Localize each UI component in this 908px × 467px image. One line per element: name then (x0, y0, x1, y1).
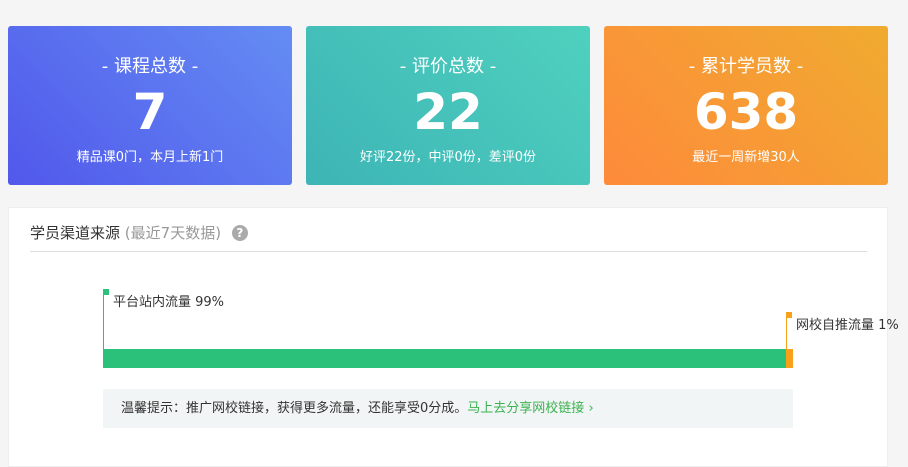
course-count-card: - 课程总数 - 7 精品课0门，本月上新1门 (8, 26, 292, 185)
channel-source-panel: 学员渠道来源 (最近7天数据) ? (8, 207, 888, 467)
card-value: 7 (132, 83, 168, 141)
card-value: 22 (413, 83, 483, 141)
source-marker-flag (103, 289, 109, 295)
panel-title: 学员渠道来源 (最近7天数据) ? (30, 222, 248, 243)
chevron-right-icon: › (588, 401, 594, 416)
card-subtext: 精品课0门，本月上新1门 (76, 150, 224, 165)
panel-title-text: 学员渠道来源 (30, 224, 121, 242)
review-count-card: - 评价总数 - 22 好评22份，中评0份，差评0份 (306, 26, 590, 185)
card-value: 638 (693, 83, 799, 141)
card-title: - 累计学员数 - (688, 56, 804, 77)
student-count-card: - 累计学员数 - 638 最近一周新增30人 (604, 26, 888, 185)
card-subtext: 好评22份，中评0份，差评0份 (359, 150, 537, 165)
source-marker-flag (786, 312, 792, 318)
source-label: 网校自推流量 1% (796, 318, 899, 333)
panel-subtitle: (最近7天数据) (124, 224, 222, 242)
source-marker-line (103, 289, 104, 349)
card-title: - 评价总数 - (399, 56, 497, 77)
tip-box: 温馨提示：推广网校链接，获得更多流量，还能享受0分成。马上去分享网校链接 › (103, 389, 793, 428)
source-label: 平台站内流量 99% (113, 295, 225, 310)
source-bar-segment (103, 349, 787, 368)
tip-text: 温馨提示：推广网校链接，获得更多流量，还能享受0分成。 (121, 401, 468, 416)
card-title: - 课程总数 - (101, 56, 199, 77)
help-icon[interactable]: ? (231, 225, 248, 241)
share-link-label: 马上去分享网校链接 (467, 401, 585, 416)
source-bar-segment (786, 349, 793, 368)
card-subtext: 最近一周新增30人 (692, 150, 800, 165)
share-link[interactable]: 马上去分享网校链接 › (467, 401, 593, 416)
divider (30, 251, 867, 252)
